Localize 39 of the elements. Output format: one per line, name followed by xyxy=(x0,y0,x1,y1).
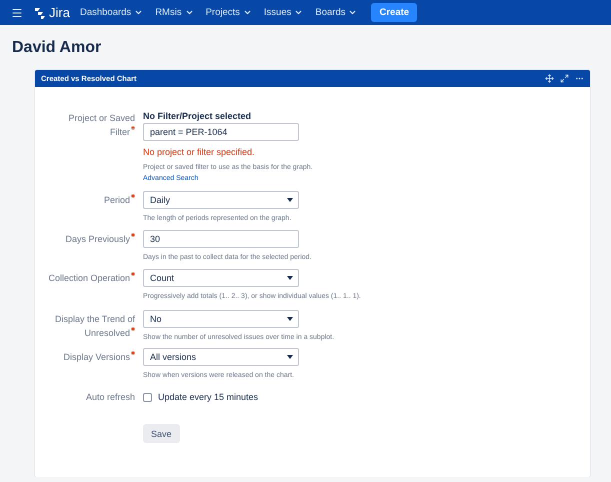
field-label: Days Previously xyxy=(65,230,135,261)
select-dropdown[interactable]: No xyxy=(143,310,299,328)
filter-heading: No Filter/Project selected xyxy=(143,111,252,121)
menu-icon[interactable] xyxy=(11,6,23,18)
field-label: Collection Operation xyxy=(48,269,135,300)
nav-menu[interactable]: Projects xyxy=(206,7,252,18)
field-label: Display the Trend of Unresolved xyxy=(54,313,135,340)
caret-icon xyxy=(287,355,293,359)
text-field[interactable]: parent = PER-1064 xyxy=(143,123,299,141)
field-label: Project or Saved Filter xyxy=(67,112,135,139)
nav-menu[interactable]: Issues xyxy=(264,7,304,18)
field-label: Auto refresh xyxy=(86,391,135,404)
checkbox[interactable] xyxy=(143,392,152,402)
select-dropdown[interactable]: Count xyxy=(143,269,299,287)
select-dropdown[interactable]: Daily xyxy=(143,191,299,209)
field-label: Display Versions xyxy=(63,348,135,379)
product-name: Jira xyxy=(49,5,70,20)
chevron-icon xyxy=(184,8,194,17)
nav-menu[interactable]: Dashboards xyxy=(80,7,144,18)
move-icon[interactable] xyxy=(545,74,554,83)
chevron-icon xyxy=(134,8,144,17)
caret-icon xyxy=(287,198,293,202)
chevron-icon xyxy=(348,8,358,17)
page-title: David Amor xyxy=(12,39,102,58)
logo-icon xyxy=(34,6,46,18)
nav-menu[interactable]: RMsis xyxy=(155,7,194,18)
select-dropdown[interactable]: All versions xyxy=(143,348,299,366)
chevron-icon xyxy=(294,8,304,17)
nav-menu[interactable]: Boards xyxy=(315,7,358,18)
caret-icon xyxy=(287,317,293,321)
field-label: Period xyxy=(104,191,135,222)
expand-icon[interactable] xyxy=(560,74,569,83)
checkbox-label: Update every 15 minutes xyxy=(158,392,258,402)
save-button[interactable]: Save xyxy=(143,424,180,443)
caret-icon xyxy=(287,276,293,280)
error-message: No project or filter specified. xyxy=(143,147,255,157)
text-field[interactable]: 30 xyxy=(143,230,299,248)
chevron-icon xyxy=(242,8,252,17)
create-button[interactable]: Create xyxy=(371,3,418,22)
